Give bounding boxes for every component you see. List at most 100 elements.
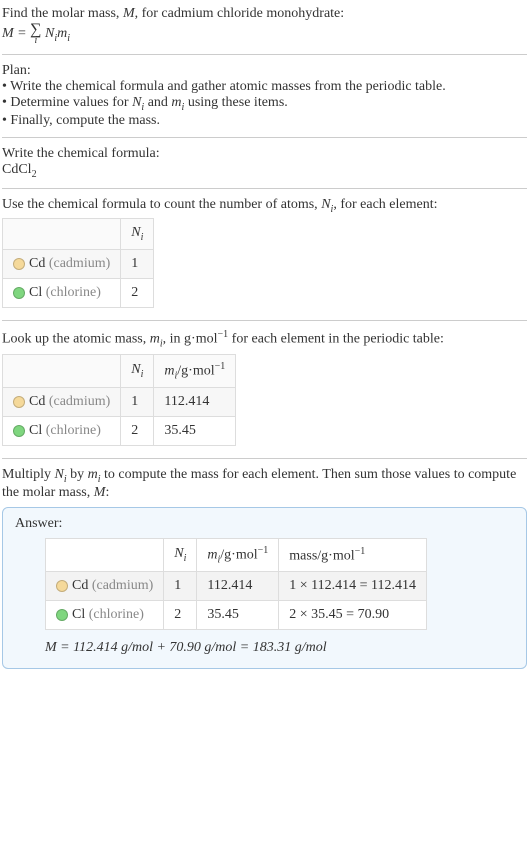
element-cell: Cl (chlorine) <box>46 601 164 630</box>
header-blank <box>3 354 121 387</box>
answer-box: Answer: Ni mi/g·mol−1 mass/g·mol−1 Cd (c… <box>2 507 527 669</box>
mass-cell: 2 × 35.45 = 70.90 <box>279 601 427 630</box>
elem-name: (chlorine) <box>46 285 101 300</box>
n-cell: 1 <box>121 388 154 417</box>
plan-bullet-3: • Finally, compute the mass. <box>2 113 527 129</box>
header-N: Ni <box>121 219 154 250</box>
write-formula-title: Write the chemical formula: <box>2 146 527 162</box>
m-unit: /g·mol <box>220 548 257 563</box>
cl-dot-icon <box>13 425 25 437</box>
header-blank <box>3 219 121 250</box>
chemical-formula: CdCl2 <box>2 162 527 180</box>
mass-label: mass/g·mol <box>289 548 354 563</box>
count-atoms-table: Ni Cd (cadmium) 1 Cl (chlorine) 2 <box>2 218 154 308</box>
elem-symbol: Cl <box>29 423 42 438</box>
element-cell: Cd (cadmium) <box>3 388 121 417</box>
table-row: Cd (cadmium) 1 112.414 1 × 112.414 = 112… <box>46 572 427 601</box>
cl-dot-icon <box>13 287 25 299</box>
m-cell: 112.414 <box>154 388 236 417</box>
table-header-row: Ni <box>3 219 154 250</box>
mass-cell: 1 × 112.414 = 112.414 <box>279 572 427 601</box>
cd-dot-icon <box>56 580 68 592</box>
table-row: Cl (chlorine) 2 <box>3 279 154 308</box>
header-N: Ni <box>164 538 197 571</box>
m-cell: 35.45 <box>197 601 279 630</box>
plan-title: Plan: <box>2 63 527 79</box>
multiply-title: Multiply Ni by mi to compute the mass fo… <box>2 467 527 501</box>
elem-name: (chlorine) <box>89 607 144 622</box>
formula-sub: 2 <box>32 169 37 180</box>
count-title-pre: Use the chemical formula to count the nu… <box>2 197 321 212</box>
m-exp: −1 <box>258 545 269 556</box>
element-cell: Cl (chlorine) <box>3 279 121 308</box>
atomic-mass-title: Look up the atomic mass, mi, in g·mol−1 … <box>2 329 527 349</box>
elem-symbol: Cd <box>29 394 45 409</box>
mult-M: M <box>94 485 106 500</box>
mult-pre: Multiply <box>2 467 55 482</box>
table-row: Cd (cadmium) 1 <box>3 250 154 279</box>
divider <box>2 320 527 321</box>
m-cell: 35.45 <box>154 417 236 446</box>
n-cell: 2 <box>164 601 197 630</box>
header-N: Ni <box>121 354 154 387</box>
am-title-post: for each element in the periodic table: <box>228 332 444 347</box>
divider <box>2 137 527 138</box>
element-cell: Cl (chlorine) <box>3 417 121 446</box>
intro-section: Find the molar mass, M, for cadmium chlo… <box>2 2 527 50</box>
table-row: Cl (chlorine) 2 35.45 <box>3 417 236 446</box>
table-row: Cl (chlorine) 2 35.45 2 × 35.45 = 70.90 <box>46 601 427 630</box>
table-header-row: Ni mi/g·mol−1 mass/g·mol−1 <box>46 538 427 571</box>
elem-name: (cadmium) <box>49 394 110 409</box>
table-header-row: Ni mi/g·mol−1 <box>3 354 236 387</box>
n-cell: 2 <box>121 279 154 308</box>
answer-label: Answer: <box>15 516 514 532</box>
header-blank <box>46 538 164 571</box>
sigma-icon: ∑ i <box>30 22 41 46</box>
intro-line: Find the molar mass, M, for cadmium chlo… <box>2 6 527 22</box>
mass-exp: −1 <box>355 546 366 557</box>
n-cell: 1 <box>121 250 154 279</box>
table-row: Cd (cadmium) 1 112.414 <box>3 388 236 417</box>
count-title-post: , for each element: <box>333 197 437 212</box>
header-mass: mass/g·mol−1 <box>279 538 427 571</box>
header-m: mi/g·mol−1 <box>154 354 236 387</box>
cd-dot-icon <box>13 396 25 408</box>
elem-symbol: Cl <box>29 285 42 300</box>
elem-name: (cadmium) <box>92 578 153 593</box>
count-atoms-section: Use the chemical formula to count the nu… <box>2 193 527 317</box>
element-cell: Cd (cadmium) <box>46 572 164 601</box>
plan-section: Plan: • Write the chemical formula and g… <box>2 59 527 133</box>
divider <box>2 188 527 189</box>
cd-dot-icon <box>13 258 25 270</box>
answer-table: Ni mi/g·mol−1 mass/g·mol−1 Cd (cadmium) … <box>45 538 427 630</box>
elem-name: (cadmium) <box>49 256 110 271</box>
plan-b2-post: using these items. <box>184 95 287 110</box>
m-unit: /g·mol <box>177 363 214 378</box>
multiply-section: Multiply Ni by mi to compute the mass fo… <box>2 463 527 673</box>
plan-b2-and: and <box>144 95 171 110</box>
plan-bullet-2: • Determine values for Ni and mi using t… <box>2 95 527 113</box>
elem-symbol: Cl <box>72 607 85 622</box>
header-m: mi/g·mol−1 <box>197 538 279 571</box>
divider <box>2 54 527 55</box>
elem-symbol: Cd <box>29 256 45 271</box>
final-equation: M = 112.414 g/mol + 70.90 g/mol = 183.31… <box>45 640 514 656</box>
formula-base: CdCl <box>2 162 32 177</box>
am-title-mid: , in g·mol <box>163 332 218 347</box>
n-cell: 1 <box>164 572 197 601</box>
divider <box>2 458 527 459</box>
elem-name: (chlorine) <box>46 423 101 438</box>
cl-dot-icon <box>56 609 68 621</box>
atomic-mass-table: Ni mi/g·mol−1 Cd (cadmium) 1 112.414 Cl … <box>2 354 236 446</box>
am-title-exp: −1 <box>218 329 229 340</box>
element-cell: Cd (cadmium) <box>3 250 121 279</box>
plan-bullet-1: • Write the chemical formula and gather … <box>2 79 527 95</box>
count-atoms-title: Use the chemical formula to count the nu… <box>2 197 527 215</box>
atomic-mass-section: Look up the atomic mass, mi, in g·mol−1 … <box>2 325 527 454</box>
intro-formula: M = ∑ i Nimi <box>2 22 527 46</box>
mult-by: by <box>67 467 88 482</box>
elem-symbol: Cd <box>72 578 88 593</box>
am-title-pre: Look up the atomic mass, <box>2 332 150 347</box>
mult-colon: : <box>105 485 109 500</box>
m-cell: 112.414 <box>197 572 279 601</box>
